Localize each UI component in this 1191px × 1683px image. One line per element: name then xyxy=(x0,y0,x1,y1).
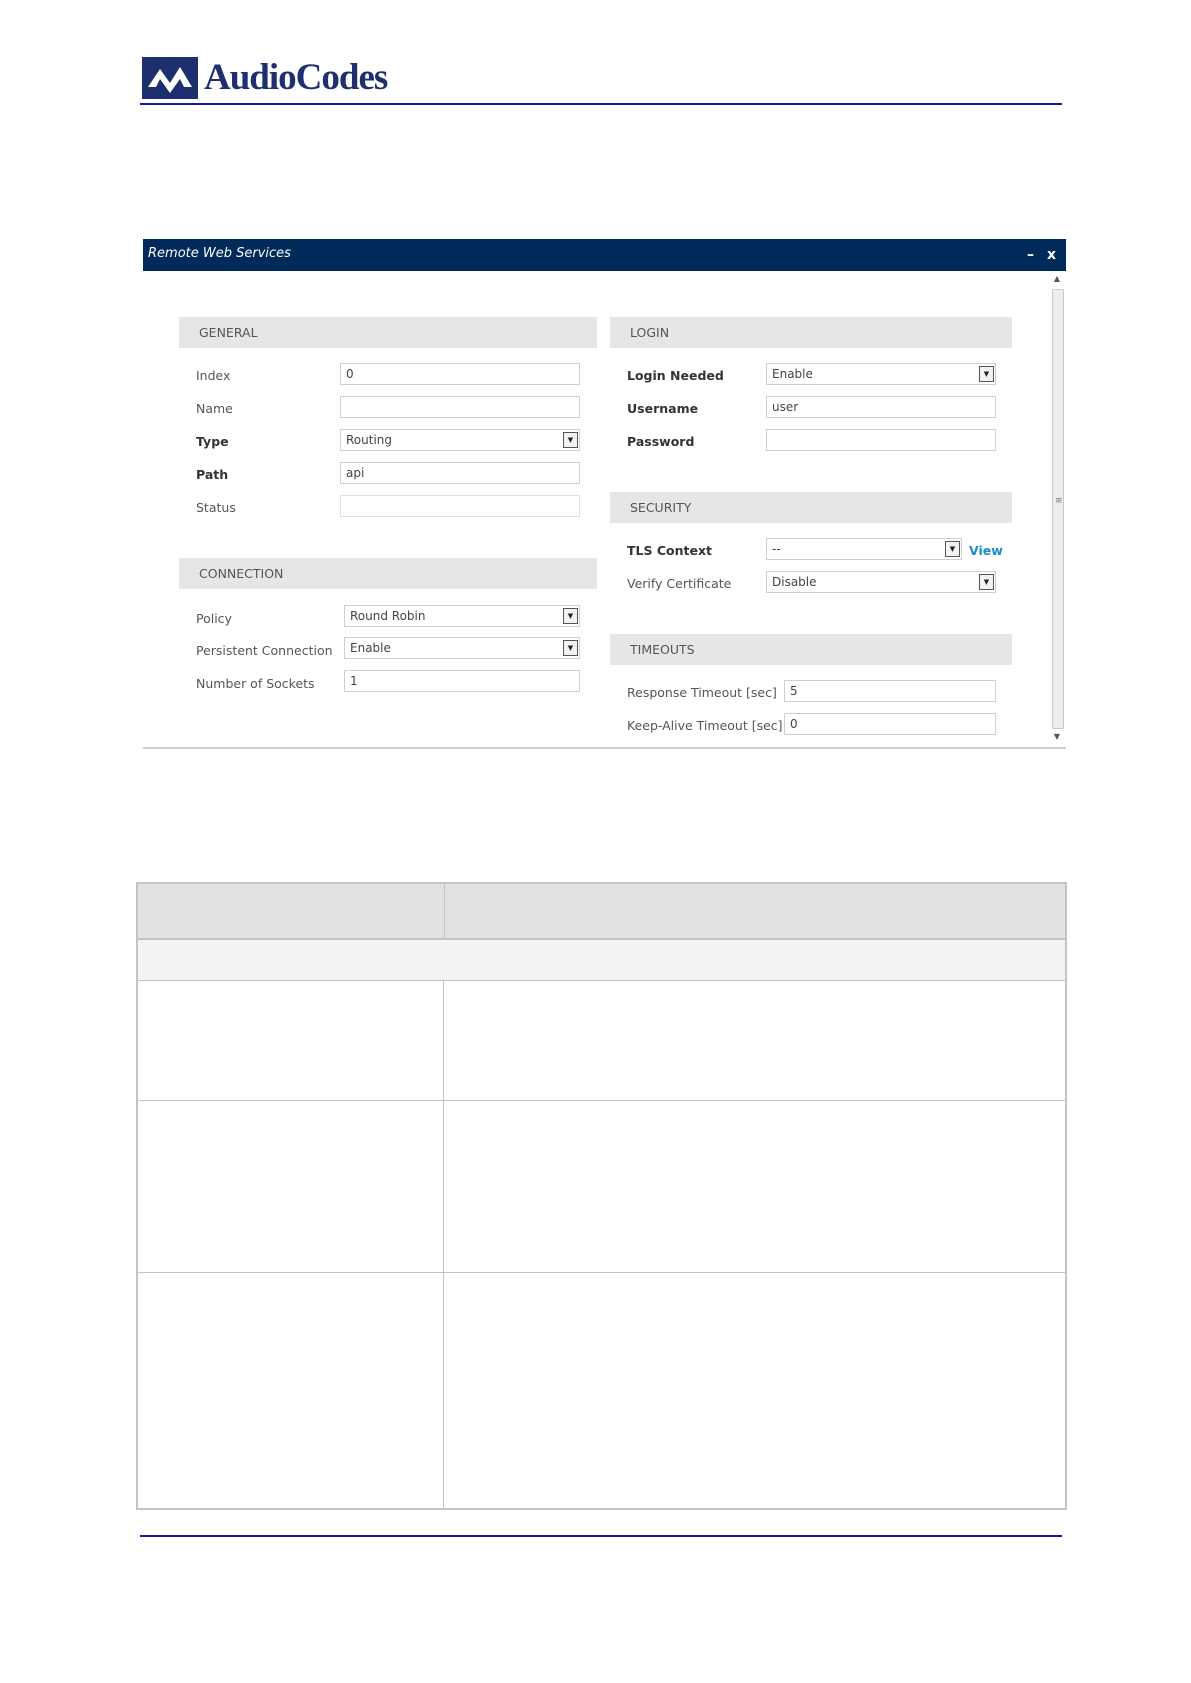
status-field xyxy=(340,495,580,517)
chevron-down-icon[interactable]: ▼ xyxy=(563,432,578,448)
dialog-titlebar: Remote Web Services – x xyxy=(143,239,1066,271)
verify-certificate-value: Disable xyxy=(772,575,817,589)
table-header-divider xyxy=(444,884,445,938)
security-section-header: SECURITY xyxy=(610,492,1012,523)
username-value: user xyxy=(772,400,799,414)
status-label: Status xyxy=(196,500,236,515)
login-needed-value: Enable xyxy=(772,367,813,381)
scroll-down-arrow-icon[interactable]: ▼ xyxy=(1050,731,1064,743)
type-value: Routing xyxy=(346,433,393,447)
path-field[interactable]: api xyxy=(340,462,580,484)
type-label: Type xyxy=(196,434,229,449)
keep-alive-timeout-label: Keep-Alive Timeout [sec] xyxy=(627,718,783,733)
connection-section-header: CONNECTION xyxy=(179,558,597,589)
connection-heading: CONNECTION xyxy=(199,566,284,581)
password-field[interactable] xyxy=(766,429,996,451)
table-group-row xyxy=(138,940,1065,981)
scroll-up-arrow-icon[interactable]: ▲ xyxy=(1050,273,1064,285)
verify-certificate-select[interactable]: Disable ▼ xyxy=(766,571,996,593)
response-timeout-label: Response Timeout [sec] xyxy=(627,685,777,700)
login-heading: LOGIN xyxy=(630,325,670,340)
number-of-sockets-value: 1 xyxy=(350,674,358,688)
username-field[interactable]: user xyxy=(766,396,996,418)
audiocodes-logo-mark-icon xyxy=(142,56,198,99)
chevron-down-icon[interactable]: ▼ xyxy=(979,574,994,590)
audiocodes-logo: AudioCodes xyxy=(142,55,388,100)
timeouts-section-header: TIMEOUTS xyxy=(610,634,1012,665)
index-value: 0 xyxy=(346,367,354,381)
keep-alive-timeout-field[interactable]: 0 xyxy=(784,713,996,735)
dialog-title: Remote Web Services xyxy=(148,246,291,261)
response-timeout-field[interactable]: 5 xyxy=(784,680,996,702)
login-needed-select[interactable]: Enable ▼ xyxy=(766,363,996,385)
policy-select[interactable]: Round Robin ▼ xyxy=(344,605,580,627)
remote-web-services-dialog: Remote Web Services – x ▲ ≡ ▼ GENERAL In… xyxy=(143,239,1066,749)
table-cell-description xyxy=(445,1273,1065,1508)
dialog-scrollbar[interactable]: ▲ ≡ ▼ xyxy=(1050,273,1064,743)
persistent-connection-value: Enable xyxy=(350,641,391,655)
index-field[interactable]: 0 xyxy=(340,363,580,385)
general-heading: GENERAL xyxy=(199,325,258,340)
table-row xyxy=(138,1101,1065,1273)
table-row xyxy=(138,981,1065,1101)
scrollbar-thumb[interactable]: ≡ xyxy=(1052,289,1064,729)
chevron-down-icon[interactable]: ▼ xyxy=(979,366,994,382)
verify-certificate-label: Verify Certificate xyxy=(627,576,732,591)
table-cell-description xyxy=(445,1101,1065,1272)
table-cell-parameter xyxy=(138,981,444,1100)
chevron-down-icon[interactable]: ▼ xyxy=(563,640,578,656)
tls-context-view-link[interactable]: View xyxy=(969,543,1003,558)
number-of-sockets-field[interactable]: 1 xyxy=(344,670,580,692)
persistent-connection-select[interactable]: Enable ▼ xyxy=(344,637,580,659)
index-label: Index xyxy=(196,368,231,383)
tls-context-value: -- xyxy=(772,542,781,556)
response-timeout-value: 5 xyxy=(790,684,798,698)
general-section-header: GENERAL xyxy=(179,317,597,348)
timeouts-heading: TIMEOUTS xyxy=(630,642,695,657)
table-cell-description xyxy=(445,981,1065,1100)
table-cell-parameter xyxy=(138,1101,444,1272)
minimize-button[interactable]: – xyxy=(1027,247,1034,263)
keep-alive-timeout-value: 0 xyxy=(790,717,798,731)
persistent-connection-label: Persistent Connection xyxy=(196,643,333,658)
scroll-grip-icon: ≡ xyxy=(1055,496,1063,506)
table-cell-parameter xyxy=(138,1273,444,1508)
table-header-row xyxy=(138,884,1065,940)
login-section-header: LOGIN xyxy=(610,317,1012,348)
password-label: Password xyxy=(627,434,695,449)
number-of-sockets-label: Number of Sockets xyxy=(196,676,315,691)
close-button[interactable]: x xyxy=(1047,247,1056,263)
path-value: api xyxy=(346,466,365,480)
type-select[interactable]: Routing ▼ xyxy=(340,429,580,451)
chevron-down-icon[interactable]: ▼ xyxy=(563,608,578,624)
logo-text: AudioCodes xyxy=(204,57,388,98)
security-heading: SECURITY xyxy=(630,500,692,515)
login-needed-label: Login Needed xyxy=(627,368,724,383)
policy-value: Round Robin xyxy=(350,609,426,623)
footer-rule xyxy=(140,1535,1062,1537)
username-label: Username xyxy=(627,401,699,416)
table-row xyxy=(138,1273,1065,1508)
header-rule xyxy=(140,103,1062,105)
name-field[interactable] xyxy=(340,396,580,418)
chevron-down-icon[interactable]: ▼ xyxy=(945,541,960,557)
tls-context-select[interactable]: -- ▼ xyxy=(766,538,962,560)
policy-label: Policy xyxy=(196,611,232,626)
path-label: Path xyxy=(196,467,229,482)
parameter-table xyxy=(136,882,1067,1510)
tls-context-label: TLS Context xyxy=(627,543,712,558)
name-label: Name xyxy=(196,401,233,416)
